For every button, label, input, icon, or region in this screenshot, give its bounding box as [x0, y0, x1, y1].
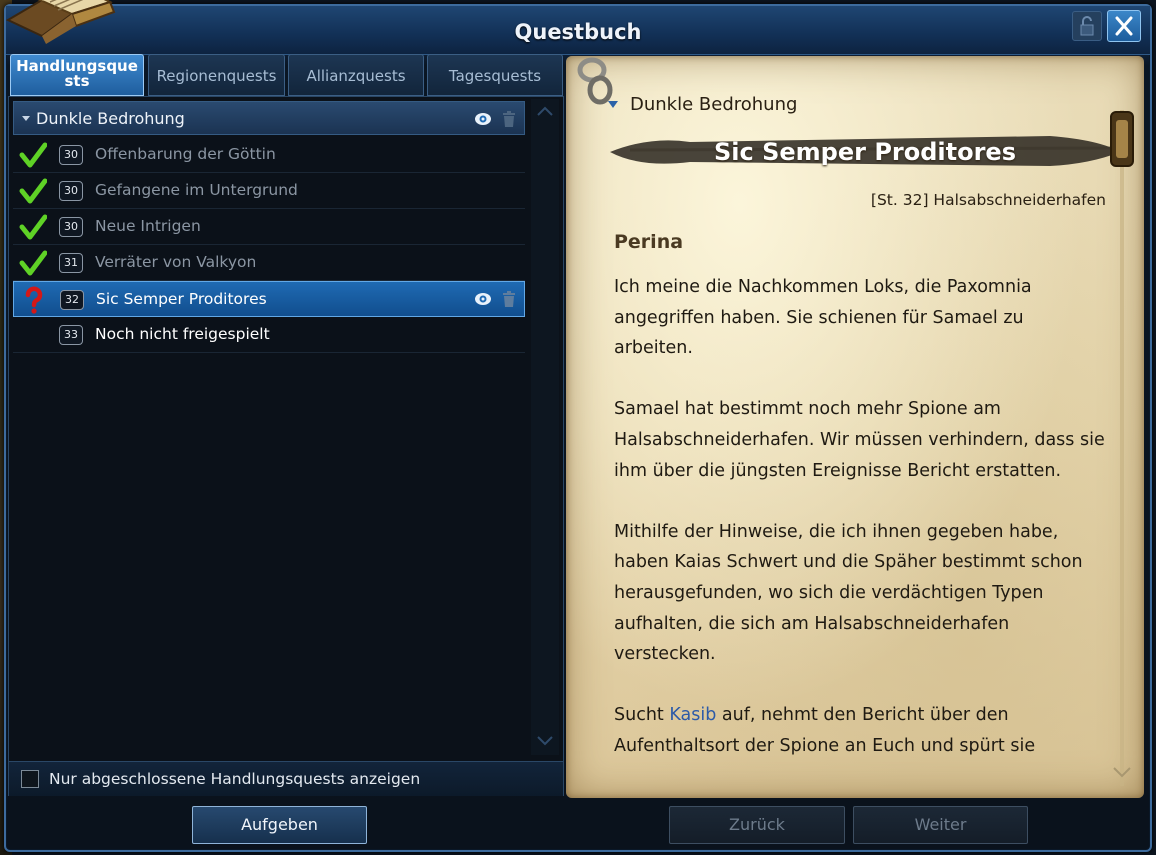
tab-label: Regionenquests: [156, 67, 277, 85]
eye-icon[interactable]: [474, 112, 492, 126]
quest-row[interactable]: 30 Gefangene im Untergrund: [13, 173, 525, 209]
checkmark-icon: [19, 178, 47, 204]
tab-label: Tagesquests: [448, 67, 542, 85]
quest-level-badge: 33: [59, 325, 83, 345]
lock-window-button[interactable]: [1072, 11, 1102, 41]
quest-name: Gefangene im Untergrund: [95, 181, 298, 199]
close-button[interactable]: [1107, 10, 1141, 42]
question-mark-icon: [25, 286, 43, 314]
completed-only-checkbox[interactable]: [21, 770, 39, 788]
close-icon: [1115, 16, 1133, 36]
collapse-caret-icon[interactable]: [22, 116, 30, 121]
filter-bar: Nur abgeschlossene Handlungsquests anzei…: [9, 761, 563, 796]
lock-icon: [1080, 16, 1094, 36]
quest-group-header[interactable]: Dunkle Bedrohung: [13, 101, 525, 135]
quest-name: Noch nicht freigespielt: [95, 325, 270, 343]
next-button[interactable]: Weiter: [853, 806, 1028, 844]
npc-link-kasib[interactable]: Kasib: [669, 705, 716, 725]
quest-row[interactable]: 30 Neue Intrigen: [13, 209, 525, 245]
eye-icon[interactable]: [474, 292, 492, 306]
detail-caret-icon: [608, 101, 618, 108]
abandon-button[interactable]: Aufgeben: [192, 806, 367, 844]
text-fragment: Sucht: [614, 705, 670, 726]
quest-row[interactable]: 31 Verräter von Valkyon: [13, 245, 525, 281]
scroll-up-icon[interactable]: [536, 105, 554, 117]
tab-regionenquests[interactable]: Regionenquests: [148, 54, 285, 96]
filter-label: Nur abgeschlossene Handlungsquests anzei…: [49, 770, 421, 788]
quest-row[interactable]: 33 Noch nicht freigespielt: [13, 317, 525, 353]
quest-name: Verräter von Valkyon: [95, 253, 257, 271]
tab-tagesquests[interactable]: Tagesquests: [427, 54, 563, 96]
tab-handlungsquests[interactable]: Handlungsquests: [10, 54, 144, 96]
quest-level-badge: 30: [59, 145, 83, 165]
description-paragraph: Mithilfe der Hinweise, die ich ihnen geg…: [614, 521, 1083, 665]
trash-icon[interactable]: [502, 111, 516, 127]
quest-name: Neue Intrigen: [95, 217, 201, 235]
quest-level-badge: 30: [59, 181, 83, 201]
checkmark-icon: [19, 142, 47, 168]
tab-label: Allianzquests: [306, 67, 406, 85]
quest-giver-name: Perina: [614, 231, 684, 253]
quest-name: Sic Semper Proditores: [96, 290, 267, 308]
detail-group-name: Dunkle Bedrohung: [630, 94, 798, 115]
detail-scrollbar[interactable]: [1110, 110, 1134, 786]
scroll-down-icon[interactable]: [536, 735, 554, 747]
quest-description: Ich meine die Nachkommen Loks, die Paxom…: [614, 272, 1106, 784]
quest-name: Offenbarung der Göttin: [95, 145, 276, 163]
quest-list-panel: Dunkle Bedrohung 30 Offenbarung der Gött…: [8, 96, 564, 796]
trash-icon[interactable]: [502, 291, 516, 307]
window-titlebar[interactable]: Questbuch: [6, 6, 1150, 55]
description-paragraph: Samael hat bestimmt noch mehr Spione am …: [614, 399, 1105, 481]
tab-label: Handlungsquests: [16, 57, 138, 90]
back-button[interactable]: Zurück: [669, 806, 845, 844]
window-title: Questbuch: [514, 20, 642, 44]
quest-level-badge: 30: [59, 217, 83, 237]
quest-row-selected[interactable]: 32 Sic Semper Proditores: [13, 281, 525, 317]
quest-level-badge: 32: [60, 290, 84, 310]
quest-level-badge: 31: [59, 253, 83, 273]
tab-allianzquests[interactable]: Allianzquests: [288, 54, 424, 96]
quest-location: [St. 32] Halsabschneiderhafen: [870, 191, 1106, 209]
description-paragraph-last: Sucht Kasib auf, nehmt den Bericht über …: [614, 700, 1106, 761]
quest-row[interactable]: 30 Offenbarung der Göttin: [13, 137, 525, 173]
checkmark-icon: [19, 214, 47, 240]
book-icon: [5, 0, 116, 44]
description-paragraph: Ich meine die Nachkommen Loks, die Paxom…: [614, 277, 1032, 359]
quest-title: Sic Semper Proditores: [714, 138, 1016, 166]
checkmark-icon: [19, 250, 47, 276]
quest-list-scrollbar[interactable]: [531, 99, 559, 755]
quest-group-name: Dunkle Bedrohung: [36, 109, 185, 128]
